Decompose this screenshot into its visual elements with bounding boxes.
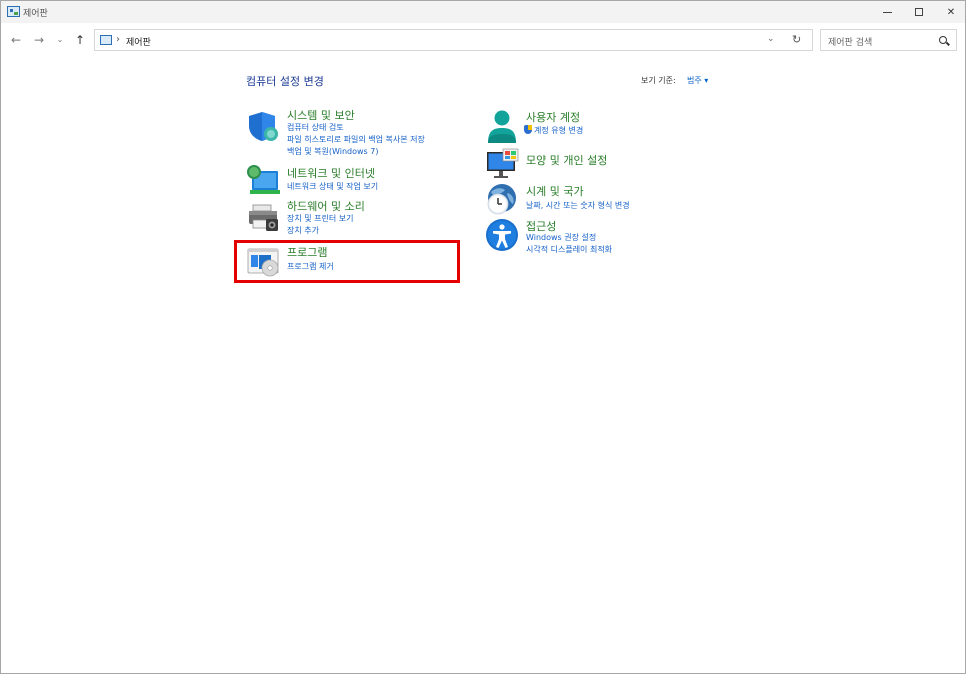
search-input[interactable]: 제어판 검색 [828, 35, 872, 48]
link-change-account-type-label: 계정 유형 변경 [534, 126, 584, 135]
link-change-account-type[interactable]: 계정 유형 변경 [524, 125, 583, 136]
control-panel-icon [100, 35, 112, 45]
shield-icon[interactable] [246, 109, 280, 143]
network-icon[interactable] [246, 164, 280, 198]
control-panel-window: 제어판 ✕ ← → ⌄ ↑ › 제어판 ⌄ ↻ 제어판 검색 컴퓨터 설정 변경… [0, 0, 966, 674]
refresh-icon[interactable]: ↻ [792, 33, 801, 46]
back-button[interactable]: ← [8, 32, 24, 48]
breadcrumb-control-panel[interactable]: 제어판 [126, 35, 151, 48]
category-title-appearance[interactable]: 모양 및 개인 설정 [526, 152, 607, 168]
navigation-bar: ← → ⌄ ↑ › 제어판 ⌄ ↻ 제어판 검색 [1, 23, 965, 57]
view-by-label: 보기 기준: [641, 76, 676, 85]
link-windows-recommended-settings[interactable]: Windows 권장 설정 [526, 232, 596, 243]
link-optimize-visual-display[interactable]: 시각적 디스플레이 최적화 [526, 244, 612, 255]
link-add-device[interactable]: 장치 추가 [287, 225, 319, 236]
minimize-icon [882, 11, 892, 13]
recent-locations-button[interactable]: ⌄ [52, 32, 68, 48]
forward-button[interactable]: → [31, 32, 47, 48]
search-box[interactable]: 제어판 검색 [820, 29, 957, 51]
view-by-dropdown[interactable]: 범주 ▾ [687, 75, 708, 86]
close-icon: ✕ [946, 6, 956, 18]
maximize-button[interactable] [903, 1, 935, 23]
address-bar[interactable]: › 제어판 ⌄ ↻ [94, 29, 813, 51]
printer-icon[interactable] [246, 200, 280, 234]
breadcrumb-separator-icon: › [116, 34, 120, 45]
page-heading: 컴퓨터 설정 변경 [246, 75, 324, 88]
link-change-date-time-format[interactable]: 날짜, 시간 또는 숫자 형식 변경 [526, 200, 630, 211]
up-button[interactable]: ↑ [72, 32, 88, 48]
close-button[interactable]: ✕ [935, 1, 966, 23]
search-icon[interactable] [939, 36, 947, 44]
category-title-network-internet[interactable]: 네트워크 및 인터넷 [287, 165, 375, 181]
maximize-icon [915, 8, 923, 16]
category-title-hardware-sound[interactable]: 하드웨어 및 소리 [287, 198, 365, 214]
category-title-user-accounts[interactable]: 사용자 계정 [526, 109, 580, 125]
address-dropdown-icon[interactable]: ⌄ [767, 34, 775, 44]
link-view-network-status[interactable]: 네트워크 상태 및 작업 보기 [287, 181, 378, 192]
link-file-history-backup[interactable]: 파일 히스토리로 파일의 백업 복사본 저장 [287, 134, 425, 145]
category-title-clock-region[interactable]: 시계 및 국가 [526, 183, 584, 199]
title-bar: 제어판 ✕ [1, 1, 965, 23]
link-view-devices-printers[interactable]: 장치 및 프린터 보기 [287, 213, 354, 224]
category-title-system-security[interactable]: 시스템 및 보안 [287, 107, 355, 123]
window-title: 제어판 [23, 9, 48, 19]
link-review-computer-status[interactable]: 컴퓨터 상태 검토 [287, 122, 344, 133]
control-panel-app-icon [7, 6, 20, 17]
clock-globe-icon[interactable] [485, 183, 519, 217]
minimize-button[interactable] [871, 1, 903, 23]
appearance-icon[interactable] [485, 147, 519, 181]
highlight-box [234, 240, 460, 283]
uac-shield-icon [524, 125, 532, 134]
link-backup-restore-win7[interactable]: 백업 및 복원(Windows 7) [287, 146, 378, 157]
user-icon[interactable] [485, 109, 519, 143]
accessibility-icon[interactable] [485, 218, 519, 252]
